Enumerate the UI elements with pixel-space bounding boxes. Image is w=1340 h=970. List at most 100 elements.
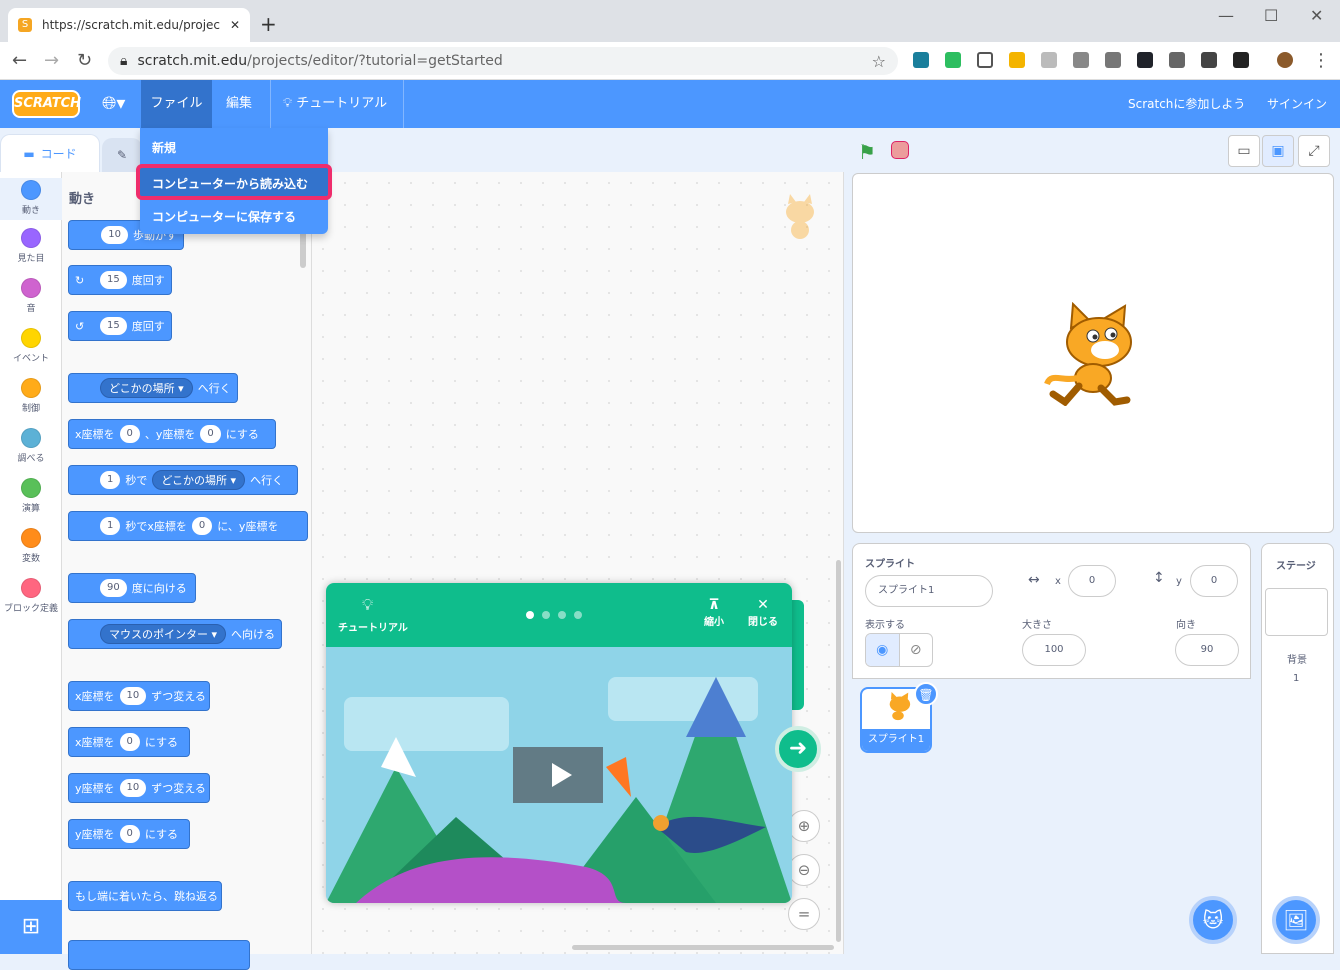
block-input[interactable]: 15 <box>100 317 127 335</box>
bookmark-star-icon[interactable]: ☆ <box>872 52 886 71</box>
stage-thumbnail[interactable] <box>1265 588 1328 636</box>
chrome-menu-icon[interactable]: ⋮ <box>1312 50 1330 71</box>
back-icon[interactable]: ← <box>12 50 27 71</box>
block-dropdown[interactable]: マウスのポインター ▾ <box>99 624 226 644</box>
react-icon[interactable] <box>1137 52 1153 68</box>
category-6[interactable]: 演算 <box>0 478 62 514</box>
file-menu[interactable]: ファイル <box>141 80 212 128</box>
zoom-reset-icon[interactable]: = <box>788 898 820 930</box>
block-input[interactable]: 15 <box>100 271 127 289</box>
reload-icon[interactable]: ↻ <box>77 50 92 71</box>
size-field[interactable]: 100 <box>1022 634 1086 666</box>
choose-sprite-button[interactable]: 🐱︎ <box>1189 896 1237 944</box>
block-turn-left[interactable]: ↺ 15 度回す <box>68 311 172 341</box>
block-input[interactable]: 0 <box>119 733 140 751</box>
block-set-x[interactable]: x座標を 0 にする <box>68 727 190 757</box>
block-input[interactable]: 10 <box>101 226 128 244</box>
join-scratch-link[interactable]: Scratchに参加しよう <box>1128 80 1245 128</box>
evernote-icon[interactable] <box>945 52 961 68</box>
category-0[interactable]: 動き <box>0 178 62 220</box>
choose-backdrop-button[interactable]: 🖼︎ <box>1272 896 1320 944</box>
category-1[interactable]: 見た目 <box>0 228 62 264</box>
block-turn-right[interactable]: ↻ 15 度回す <box>68 265 172 295</box>
x-field[interactable]: 0 <box>1068 565 1116 597</box>
block-input[interactable]: 1 <box>100 517 121 535</box>
block-dropdown[interactable]: どこかの場所 ▾ <box>152 470 246 490</box>
extension-icon-4[interactable] <box>1169 52 1185 68</box>
menu-item-save-to-computer[interactable]: コンピューターに保存する <box>152 208 296 225</box>
maximize-icon[interactable]: ☐ <box>1264 6 1278 25</box>
minimize-icon[interactable]: — <box>1218 6 1234 25</box>
step-dot[interactable] <box>526 611 534 619</box>
camera-icon[interactable] <box>1105 52 1121 68</box>
fullscreen-button[interactable]: ⤢ <box>1298 135 1330 167</box>
stage-canvas[interactable] <box>852 173 1334 533</box>
vue-icon[interactable] <box>1073 52 1089 68</box>
menu-item-load-from-computer[interactable]: コンピューターから読み込む <box>136 164 332 200</box>
tutorial-shrink-button[interactable]: ⊼ 縮小 <box>704 597 724 628</box>
block-input[interactable]: 10 <box>119 779 147 797</box>
browser-tab[interactable]: S https://scratch.mit.edu/projects/e ✕ <box>8 8 250 42</box>
menu-item-new[interactable]: 新規 <box>152 139 176 156</box>
block-input[interactable]: 0 <box>191 517 213 535</box>
show-eye-icon[interactable]: ◉ <box>866 634 899 666</box>
edit-menu[interactable]: 編集 <box>214 80 264 128</box>
close-window-icon[interactable]: ✕ <box>1310 6 1323 25</box>
green-flag-icon[interactable]: ⚑ <box>858 140 876 164</box>
delete-sprite-icon[interactable]: 🗑︎ <box>914 682 938 706</box>
extension-icon-5[interactable] <box>1201 52 1217 68</box>
block-go-to[interactable]: どこかの場所 ▾ へ行く <box>68 373 238 403</box>
step-dot[interactable] <box>558 611 566 619</box>
block-change-x[interactable]: x座標を 10 ずつ変える <box>68 681 210 711</box>
block-input[interactable]: 0 <box>200 425 221 443</box>
block-dropdown[interactable]: どこかの場所 ▾ <box>100 378 193 398</box>
close-tab-icon[interactable]: ✕ <box>230 18 240 32</box>
language-globe-icon[interactable]: 🌐︎▾ <box>102 93 125 114</box>
block-point-towards[interactable]: マウスのポインター ▾ へ向ける <box>68 619 282 649</box>
zoom-out-icon[interactable]: ⊖ <box>788 854 820 886</box>
block-if-on-edge-bounce[interactable]: もし端に着いたら、跳ね返る <box>68 881 222 911</box>
sprite-name-field[interactable]: スプライト1 <box>865 575 993 607</box>
block-glide-to[interactable]: 1 秒で どこかの場所 ▾ へ行く <box>68 465 298 495</box>
profile-avatar[interactable] <box>1277 52 1293 68</box>
tutorial-video[interactable] <box>326 647 792 903</box>
hide-eye-icon[interactable]: ⊘ <box>898 634 933 666</box>
category-4[interactable]: 制御 <box>0 378 62 414</box>
tutorial-close-button[interactable]: ✕ 閉じる <box>748 597 778 628</box>
forward-icon[interactable]: → <box>44 50 59 71</box>
extension-icon-3[interactable] <box>1041 52 1057 68</box>
block-go-to-xy[interactable]: x座標を 0 、y座標を 0 にする <box>68 419 276 449</box>
block-input[interactable]: 10 <box>119 687 147 705</box>
block-input[interactable]: 0 <box>119 825 140 843</box>
block-set-y[interactable]: y座標を 0 にする <box>68 819 190 849</box>
url-bar[interactable]: 🔒︎ scratch.mit.edu/projects/editor/?tuto… <box>108 47 898 75</box>
normal-stage-button[interactable]: ▣ <box>1262 135 1294 167</box>
small-stage-button[interactable]: ▭ <box>1228 135 1260 167</box>
block-change-y[interactable]: y座標を 10 ずつ変える <box>68 773 210 803</box>
zoom-in-icon[interactable]: ⊕ <box>788 810 820 842</box>
stop-icon[interactable] <box>891 141 909 159</box>
step-dot[interactable] <box>542 611 550 619</box>
tab-code[interactable]: ▬ コード <box>0 134 100 172</box>
extension-icon-2[interactable] <box>1009 52 1025 68</box>
block-input[interactable]: 1 <box>100 471 121 489</box>
category-2[interactable]: 音 <box>0 278 62 314</box>
direction-field[interactable]: 90 <box>1175 634 1239 666</box>
new-tab-icon[interactable]: + <box>260 12 277 36</box>
step-dot[interactable] <box>574 611 582 619</box>
extension-icon-6[interactable] <box>1233 52 1249 68</box>
category-8[interactable]: ブロック定義 <box>0 578 62 614</box>
extension-icon[interactable] <box>913 52 929 68</box>
block-point-direction[interactable]: 90 度に向ける <box>68 573 196 603</box>
pocket-icon[interactable] <box>977 52 993 68</box>
scratch-logo[interactable]: SCRATCH <box>12 90 81 118</box>
tutorials-menu[interactable]: 💡︎ チュートリアル <box>270 80 404 128</box>
tutorial-next-button[interactable]: ➜ <box>775 726 821 772</box>
y-field[interactable]: 0 <box>1190 565 1238 597</box>
add-extension-button[interactable]: ⊞ <box>0 900 62 954</box>
category-5[interactable]: 調べる <box>0 428 62 464</box>
block-input[interactable]: 90 <box>100 579 127 597</box>
block-set-rotation-style[interactable] <box>68 940 250 970</box>
category-3[interactable]: イベント <box>0 328 62 364</box>
script-vertical-scrollbar[interactable] <box>836 560 841 942</box>
